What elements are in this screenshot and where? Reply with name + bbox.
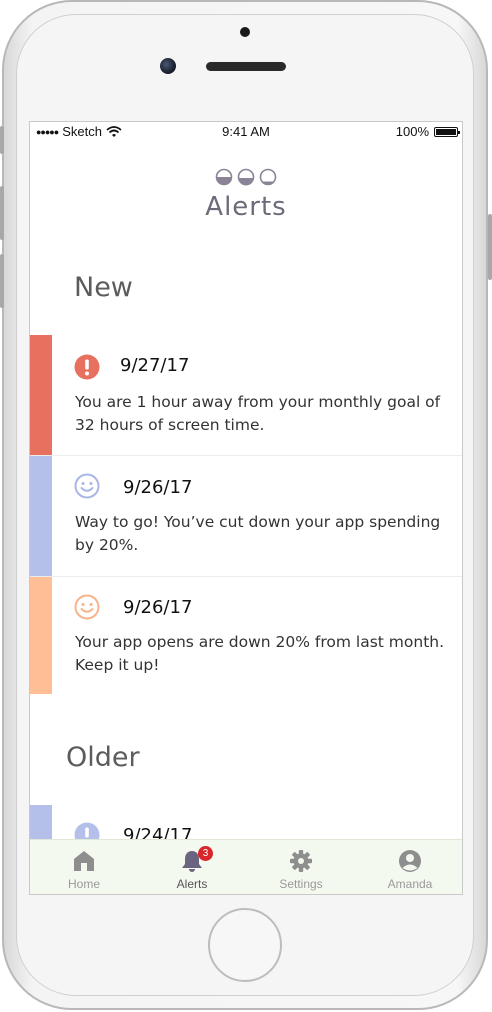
alert-message: Way to go! You’ve cut down your app spen… (75, 513, 441, 554)
front-camera (160, 58, 176, 74)
logo-circle-full-icon (215, 168, 233, 186)
tab-home[interactable]: Home (30, 840, 138, 894)
proximity-sensor (240, 27, 250, 37)
page-title: Alerts (205, 192, 287, 222)
exclamation-icon (74, 354, 100, 380)
alert-card[interactable]: 9/26/17 Way to go! You’ve cut down your … (30, 456, 462, 577)
tab-settings[interactable]: Settings (247, 840, 355, 894)
battery-icon (434, 126, 460, 137)
logo-circle-half-icon (237, 168, 255, 186)
alert-date: 9/27/17 (120, 355, 190, 376)
tab-profile[interactable]: Amanda (356, 840, 462, 894)
logo-circle-low-icon (259, 168, 277, 186)
alerts-badge: 3 (198, 846, 213, 861)
alert-date: 9/26/17 (123, 477, 193, 498)
gear-icon (290, 850, 312, 872)
smiley-icon (74, 473, 100, 499)
volume-down-button (0, 254, 4, 308)
status-right: 100% (395, 124, 460, 139)
smiley-icon (74, 594, 100, 620)
alert-card[interactable]: 9/26/17 Your app opens are down 20% from… (30, 577, 462, 694)
tab-bar: Home 3 Alerts Settings Amanda (30, 839, 462, 894)
power-button (488, 214, 492, 280)
battery-percent: 100% (395, 124, 429, 139)
app-screen: ●●●●● Sketch 9:41 AM 100% Alerts New 9/2… (29, 121, 463, 895)
tab-label: Home (67, 877, 100, 891)
section-heading-new: New (74, 272, 133, 303)
tab-label: Amanda (387, 877, 433, 891)
status-bar: ●●●●● Sketch 9:41 AM 100% (30, 122, 462, 142)
mute-switch (0, 126, 4, 154)
alert-card[interactable]: 9/27/17 You are 1 hour away from your mo… (30, 335, 462, 456)
user-avatar-icon (399, 850, 421, 872)
alert-stripe (30, 335, 52, 455)
alert-date: 9/26/17 (123, 597, 193, 618)
home-icon (74, 851, 94, 871)
alert-stripe (30, 456, 52, 576)
alert-message: Your app opens are down 20% from last mo… (75, 633, 445, 674)
section-heading-older: Older (66, 742, 140, 773)
home-hardware-button[interactable] (208, 908, 282, 982)
tab-label: Alerts (176, 877, 208, 891)
alert-stripe (30, 577, 52, 694)
alert-message: You are 1 hour away from your monthly go… (75, 393, 441, 434)
tab-alerts[interactable]: 3 Alerts (138, 840, 246, 894)
volume-up-button (0, 186, 4, 240)
app-logo (30, 168, 462, 186)
earpiece-speaker (206, 62, 286, 71)
tab-label: Settings (279, 877, 323, 891)
